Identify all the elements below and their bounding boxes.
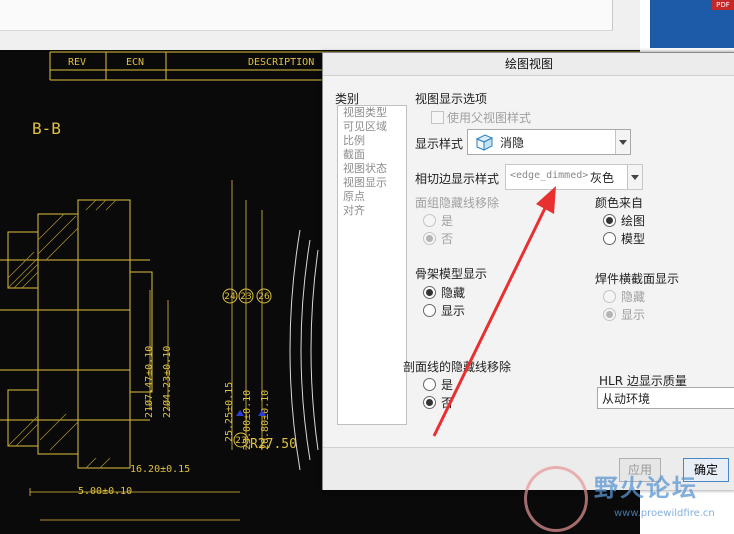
use-parent-style-checkbox[interactable] (431, 111, 444, 124)
balloon-number: 24 (224, 292, 236, 302)
category-item-scale[interactable]: 比例 (338, 134, 406, 148)
balloon-number: 26 (258, 292, 270, 302)
color-model-label: 模型 (621, 232, 646, 246)
face-group-yes-radio[interactable] (423, 214, 436, 227)
dialog-title: 绘图视图 (323, 53, 734, 76)
section-hidden-label: 剖面线的隐藏线移除 (403, 360, 512, 374)
weld-section-label: 焊件横截面显示 (595, 272, 680, 286)
rev-header: REV (68, 57, 86, 68)
balloon-number: 23 (240, 292, 251, 302)
hlr-quality-select[interactable]: 从动环境 (597, 387, 734, 409)
weld-show-label: 显示 (621, 308, 646, 322)
category-item-view-state[interactable]: 视图状态 (338, 162, 406, 176)
description-header: DESCRIPTION (248, 57, 314, 68)
balloon-number: 23 (235, 436, 246, 446)
section-hidden-yes-label: 是 (441, 378, 454, 392)
ecn-header: ECN (126, 57, 144, 68)
weld-hide-label: 隐藏 (621, 290, 646, 304)
skeleton-show-label: 显示 (441, 304, 466, 318)
display-style-label: 显示样式 (415, 137, 464, 151)
face-group-no-label: 否 (441, 232, 454, 246)
dim-label: R27.50 (250, 437, 297, 452)
color-drawing-radio[interactable] (603, 214, 616, 227)
part-section (0, 199, 153, 469)
chevron-down-icon (627, 165, 642, 189)
tangent-edge-value: 灰色 (590, 171, 615, 185)
skeleton-label: 骨架模型显示 (415, 267, 488, 281)
dim-label: 5.00±0.10 (78, 486, 132, 497)
category-list: 视图类型 可见区域 比例 截面 视图状态 视图显示 原点 对齐 (337, 105, 407, 425)
dim-label: 22Ø4.23±0.10 (161, 346, 173, 418)
watermark-text: 野火论坛 (594, 474, 698, 502)
display-style-value: 消隐 (500, 136, 525, 150)
tangent-edge-tag: <edge_dimmed> (510, 170, 589, 181)
watermark-url: www.proewildfire.cn (614, 508, 715, 519)
category-item-view-display[interactable]: 视图显示 (338, 176, 406, 190)
weld-show-radio[interactable] (603, 308, 616, 321)
app-toolbar-area (0, 0, 640, 51)
color-model-radio[interactable] (603, 232, 616, 245)
section-hidden-no-label: 否 (441, 396, 454, 410)
drawing-view-dialog: 绘图视图 类别 视图类型 可见区域 比例 截面 视图状态 视图显示 原点 对齐 … (322, 52, 734, 490)
skeleton-show-radio[interactable] (423, 304, 436, 317)
toolbar-panel (0, 0, 613, 31)
chevron-down-icon (615, 130, 630, 154)
face-group-yes-label: 是 (441, 214, 454, 228)
category-item-alignment[interactable]: 对齐 (338, 204, 406, 218)
skeleton-hide-label: 隐藏 (441, 286, 466, 300)
category-item-section[interactable]: 截面 (338, 148, 406, 162)
tangent-edge-select[interactable]: <edge_dimmed> 灰色 (505, 164, 643, 190)
section-title: 视图显示选项 (415, 92, 488, 106)
use-parent-style-label: 使用父视图样式 (447, 111, 532, 125)
skeleton-hide-radio[interactable] (423, 286, 436, 299)
tangent-edge-label: 相切边显示样式 (415, 172, 500, 186)
category-item-view-type[interactable]: 视图类型 (338, 106, 406, 120)
watermark-logo (524, 466, 588, 532)
section-hidden-no-radio[interactable] (423, 396, 436, 409)
section-hidden-yes-radio[interactable] (423, 378, 436, 391)
hatch-pattern (7, 199, 117, 469)
color-drawing-label: 绘图 (621, 214, 646, 228)
color-from-label: 颜色来自 (595, 196, 644, 210)
dim-label: 16.20±0.15 (130, 464, 190, 475)
display-style-select[interactable]: 消隐 (467, 129, 631, 155)
section-view-label: B-B (32, 119, 61, 138)
pdf-badge-icon: PDF (712, 0, 734, 10)
dim-label: 25.25±0.15 (224, 382, 235, 442)
face-group-label: 面组隐藏线移除 (415, 196, 500, 210)
category-item-origin[interactable]: 原点 (338, 190, 406, 204)
category-item-visible-area[interactable]: 可见区域 (338, 120, 406, 134)
dim-label: 21Ø7.47±0.10 (143, 346, 155, 418)
weld-hide-radio[interactable] (603, 290, 616, 303)
hlr-quality-value: 从动环境 (602, 392, 651, 406)
face-group-no-radio[interactable] (423, 232, 436, 245)
hidden-line-cube-icon (475, 134, 494, 151)
wheel-outline (289, 229, 319, 471)
